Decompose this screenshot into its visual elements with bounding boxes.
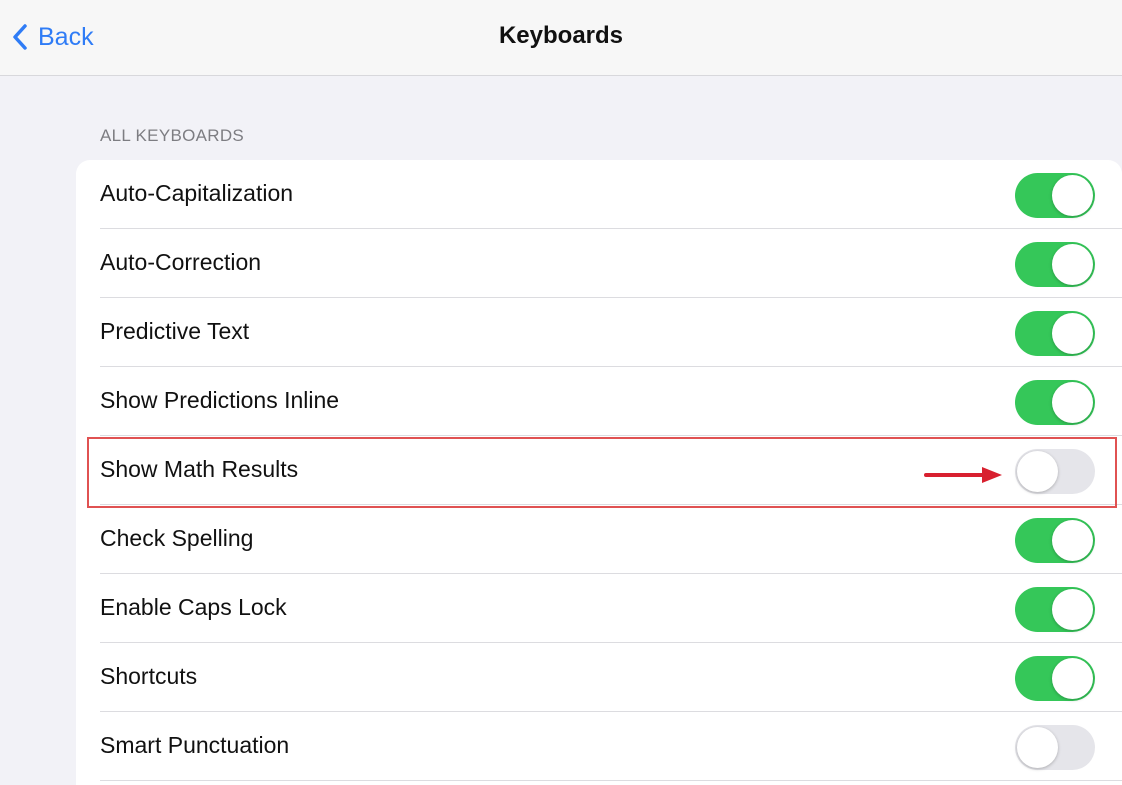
row-label: Enable Caps Lock bbox=[100, 594, 287, 620]
row-label: Show Predictions Inline bbox=[100, 387, 340, 413]
show-math-results-toggle[interactable] bbox=[1015, 449, 1095, 494]
page-title: Keyboards bbox=[498, 22, 624, 49]
navigation-bar: Back Keyboards bbox=[0, 0, 1122, 76]
toggle-knob bbox=[1052, 313, 1093, 354]
toggle-knob bbox=[1052, 382, 1093, 423]
toggle-knob bbox=[1052, 589, 1093, 630]
toggle-knob bbox=[1017, 727, 1058, 768]
toggle-knob bbox=[1017, 451, 1058, 492]
row-separator bbox=[100, 780, 1122, 781]
check-spelling-toggle[interactable] bbox=[1015, 518, 1095, 563]
toggle-knob bbox=[1052, 244, 1093, 285]
settings-row-show-predictions-inline: Show Predictions Inline bbox=[76, 367, 1122, 436]
settings-row-smart-punctuation: Smart Punctuation bbox=[76, 712, 1122, 781]
arrow-right-icon bbox=[924, 467, 1002, 483]
settings-row-predictive-text: Predictive Text bbox=[76, 298, 1122, 367]
toggle-knob bbox=[1052, 175, 1093, 216]
section-header: ALL KEYBOARDS bbox=[100, 126, 245, 145]
auto-capitalization-toggle[interactable] bbox=[1015, 173, 1095, 218]
row-label: Predictive Text bbox=[100, 318, 250, 344]
toggle-knob bbox=[1052, 658, 1093, 699]
settings-row-enable-caps-lock: Enable Caps Lock bbox=[76, 574, 1122, 643]
row-label: Show Math Results bbox=[100, 456, 299, 482]
row-label: Auto-Correction bbox=[100, 249, 262, 275]
settings-screen: Back Keyboards ALL KEYBOARDS Auto-Capita… bbox=[0, 0, 1122, 785]
row-label: Check Spelling bbox=[100, 525, 254, 551]
auto-correction-toggle[interactable] bbox=[1015, 242, 1095, 287]
row-label: Smart Punctuation bbox=[100, 732, 290, 758]
settings-row-auto-correction: Auto-Correction bbox=[76, 229, 1122, 298]
toggle-knob bbox=[1052, 520, 1093, 561]
settings-row-shortcuts: Shortcuts bbox=[76, 643, 1122, 712]
settings-row-check-spelling: Check Spelling bbox=[76, 505, 1122, 574]
shortcuts-toggle[interactable] bbox=[1015, 656, 1095, 701]
row-label: Auto-Capitalization bbox=[100, 180, 294, 206]
show-predictions-inline-toggle[interactable] bbox=[1015, 380, 1095, 425]
row-label: Shortcuts bbox=[100, 663, 198, 689]
settings-row-auto-capitalization: Auto-Capitalization bbox=[76, 160, 1122, 229]
smart-punctuation-toggle[interactable] bbox=[1015, 725, 1095, 770]
predictive-text-toggle[interactable] bbox=[1015, 311, 1095, 356]
enable-caps-lock-toggle[interactable] bbox=[1015, 587, 1095, 632]
